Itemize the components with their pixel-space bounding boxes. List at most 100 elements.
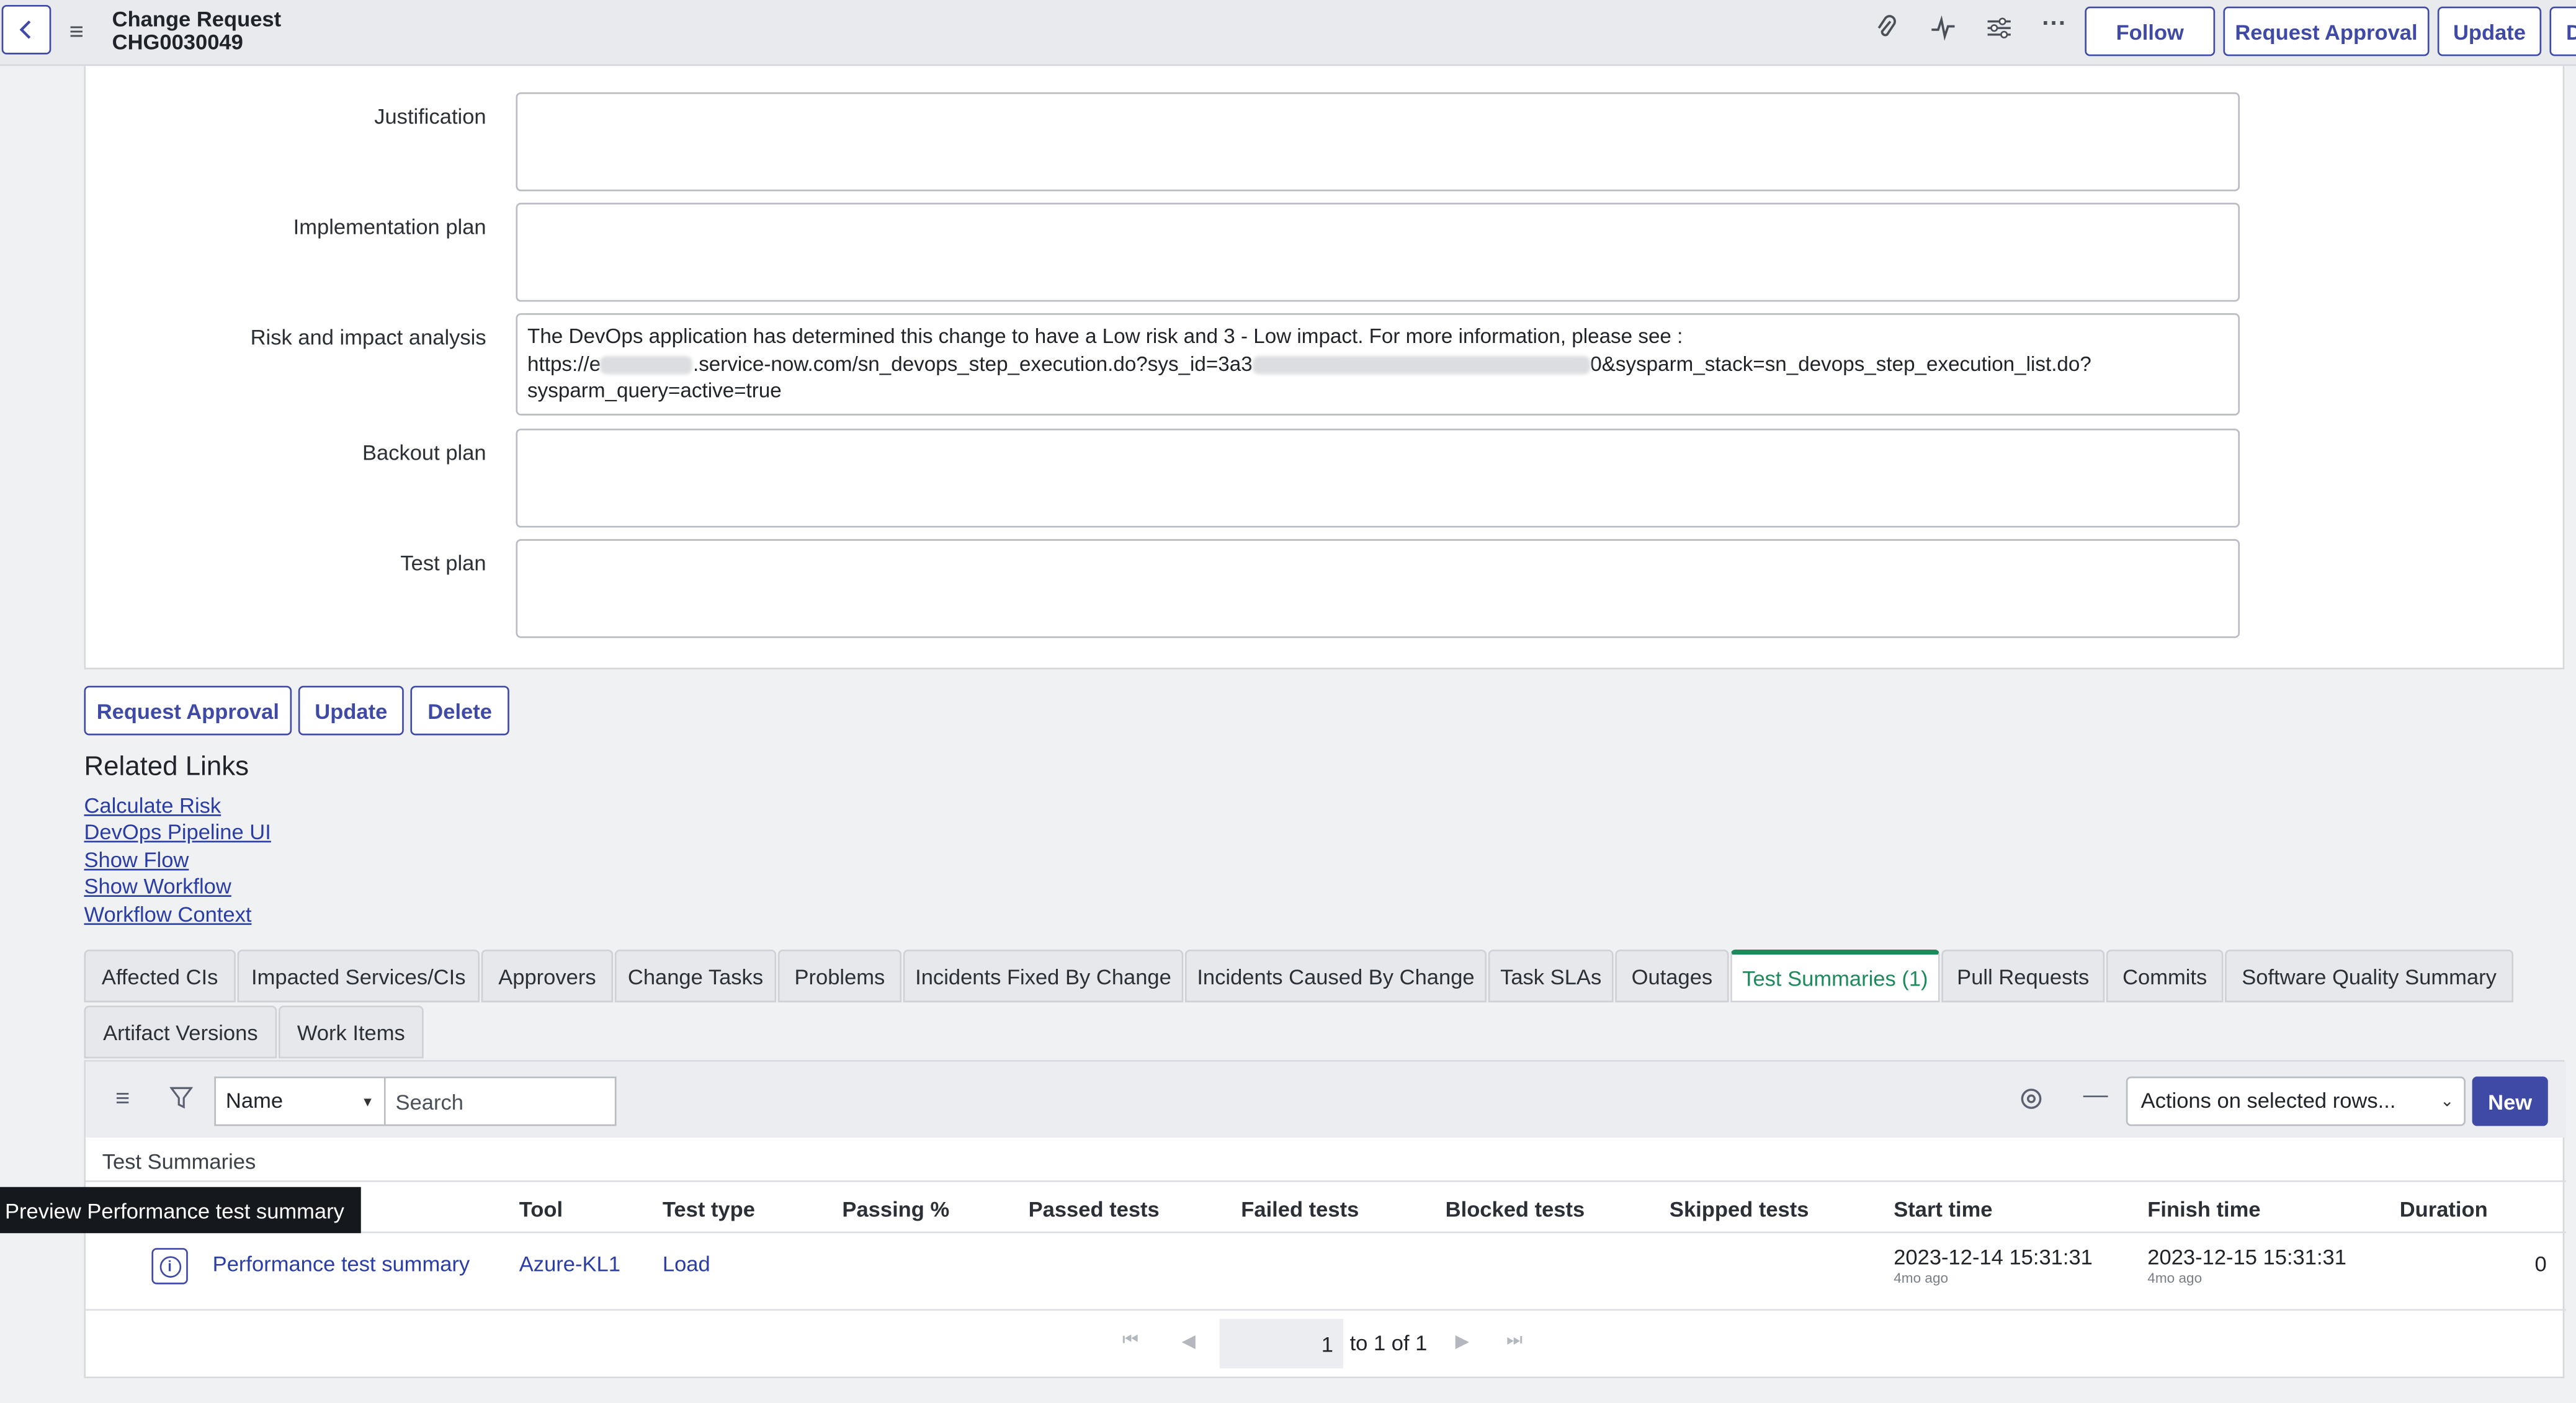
risk-url-part2: .service-now.com/sn_devops_step_executio… <box>692 352 1253 375</box>
risk-impact-field[interactable]: The DevOps application has determined th… <box>516 313 2240 416</box>
risk-url-part3: 0&sysparm_stack=sn_devops_step_execution… <box>1590 352 2091 375</box>
backout-plan-label: Backout plan <box>362 440 486 465</box>
col-test-type[interactable]: Test type <box>663 1197 755 1222</box>
follow-button[interactable]: Follow <box>2085 6 2216 56</box>
show-workflow-link[interactable]: Show Workflow <box>84 874 231 899</box>
tab-task-slas[interactable]: Task SLAs <box>1488 950 1614 1003</box>
justification-field[interactable] <box>516 92 2240 192</box>
col-tool[interactable]: Tool <box>519 1197 563 1222</box>
redacted-region <box>1252 355 1591 374</box>
hamburger-menu-icon[interactable]: ≡ <box>69 18 84 46</box>
show-flow-link[interactable]: Show Flow <box>84 847 189 872</box>
tab-software-quality-summary[interactable]: Software Quality Summary <box>2225 950 2514 1003</box>
col-skipped-tests[interactable]: Skipped tests <box>1670 1197 1809 1222</box>
tab-impacted-services[interactable]: Impacted Services/CIs <box>237 950 480 1003</box>
col-blocked-tests[interactable]: Blocked tests <box>1446 1197 1585 1222</box>
tab-commits[interactable]: Commits <box>2106 950 2224 1003</box>
actions-select[interactable]: Actions on selected rows... ⌄ <box>2126 1076 2466 1126</box>
collapse-icon[interactable]: — <box>2083 1082 2108 1110</box>
col-failed-tests[interactable]: Failed tests <box>1241 1197 1359 1222</box>
list-toolbar: ≡ Name ▼ — Actions on selected rows... ⌄… <box>86 1061 2567 1138</box>
col-passed-tests[interactable]: Passed tests <box>1029 1197 1160 1222</box>
delete-button-bottom[interactable]: Delete <box>410 685 509 736</box>
chevron-down-icon: ⌄ <box>2440 1093 2454 1111</box>
paperclip-icon[interactable] <box>1874 15 1897 48</box>
risk-impact-label: Risk and impact analysis <box>250 324 486 350</box>
test-summaries-list: ≡ Name ▼ — Actions on selected rows... ⌄… <box>84 1060 2567 1379</box>
risk-text-line3: sysparm_query=active=true <box>527 379 782 403</box>
tab-affected-cis[interactable]: Affected CIs <box>84 950 236 1003</box>
search-field-select[interactable]: Name ▼ <box>214 1076 384 1126</box>
list-caption: Test Summaries <box>102 1149 256 1174</box>
divider <box>86 1180 2567 1182</box>
calculate-risk-link[interactable]: Calculate Risk <box>84 793 221 817</box>
info-icon: i <box>159 1255 181 1277</box>
activity-icon[interactable] <box>1930 15 1957 48</box>
tab-approvers[interactable]: Approvers <box>481 950 614 1003</box>
cell-finish-relative: 4mo ago <box>2147 1269 2203 1286</box>
implementation-plan-field[interactable] <box>516 202 2240 302</box>
back-button[interactable] <box>1 4 51 55</box>
more-options-icon[interactable]: ··· <box>2042 10 2067 38</box>
devops-pipeline-ui-link[interactable]: DevOps Pipeline UI <box>84 819 271 844</box>
risk-text-line2: https://e .service-now.com/sn_devops_step… <box>527 350 2228 378</box>
redacted-region <box>601 355 693 374</box>
next-page-icon[interactable]: ▶ <box>1456 1330 1469 1352</box>
request-approval-button-bottom[interactable]: Request Approval <box>84 685 292 736</box>
tab-incidents-caused[interactable]: Incidents Caused By Change <box>1184 950 1487 1003</box>
form-card: Justification Implementation plan Risk a… <box>84 66 2565 670</box>
record-number: CHG0030049 <box>112 29 243 55</box>
tab-work-items[interactable]: Work Items <box>278 1005 424 1059</box>
previous-page-icon[interactable]: ◀ <box>1182 1330 1196 1352</box>
tab-outages[interactable]: Outages <box>1615 950 1729 1003</box>
page-number-input[interactable] <box>1219 1319 1343 1369</box>
cell-duration: 0 <box>2534 1251 2547 1276</box>
tab-incidents-fixed[interactable]: Incidents Fixed By Change <box>903 950 1184 1003</box>
stage: ≡ Change Request CHG0030049 ··· Follow R… <box>0 0 2576 1403</box>
request-approval-button[interactable]: Request Approval <box>2223 6 2430 56</box>
preview-record-button[interactable]: i <box>151 1248 188 1285</box>
risk-text-line1: The DevOps application has determined th… <box>527 324 1683 348</box>
backout-plan-field[interactable] <box>516 429 2240 528</box>
settings-sliders-icon[interactable] <box>1986 15 2013 48</box>
implementation-plan-label: Implementation plan <box>293 214 486 239</box>
caret-down-icon: ▼ <box>360 1094 375 1110</box>
workflow-context-link[interactable]: Workflow Context <box>84 902 251 927</box>
divider <box>86 1231 2567 1234</box>
filter-icon[interactable] <box>169 1087 194 1116</box>
form-header: ≡ Change Request CHG0030049 ··· Follow R… <box>0 0 2576 66</box>
risk-url-part1: https://e <box>527 352 601 375</box>
tab-artifact-versions[interactable]: Artifact Versions <box>84 1005 277 1059</box>
gear-icon[interactable] <box>2019 1087 2044 1118</box>
chevron-left-icon <box>19 20 31 39</box>
tab-change-tasks[interactable]: Change Tasks <box>614 950 777 1003</box>
col-duration[interactable]: Duration <box>2400 1197 2488 1222</box>
preview-tooltip: Preview Performance test summary <box>0 1187 361 1234</box>
divider <box>86 1309 2567 1311</box>
last-page-icon[interactable]: ⏭ <box>1506 1330 1523 1352</box>
cell-tool-link[interactable]: Azure-KL1 <box>519 1251 620 1276</box>
tab-pull-requests[interactable]: Pull Requests <box>1941 950 2105 1003</box>
delete-button[interactable]: D <box>2549 6 2576 56</box>
actions-select-label: Actions on selected rows... <box>2140 1088 2396 1113</box>
search-input[interactable] <box>383 1076 617 1126</box>
related-links-title: Related Links <box>84 752 249 782</box>
cell-name-link[interactable]: Performance test summary <box>213 1251 470 1276</box>
tab-problems[interactable]: Problems <box>777 950 902 1003</box>
test-plan-field[interactable] <box>516 539 2240 638</box>
col-finish-time[interactable]: Finish time <box>2147 1197 2260 1222</box>
tab-test-summaries[interactable]: Test Summaries (1) <box>1730 950 1940 1003</box>
col-passing-pct[interactable]: Passing % <box>842 1197 949 1222</box>
cell-start-time: 2023-12-14 15:31:31 <box>1894 1244 2093 1270</box>
cell-start-relative: 4mo ago <box>1894 1269 1949 1286</box>
col-start-time[interactable]: Start time <box>1894 1197 1992 1222</box>
update-button-bottom[interactable]: Update <box>298 685 404 736</box>
first-page-icon[interactable]: ⏮ <box>1122 1330 1138 1352</box>
record-title: Change Request CHG0030049 <box>112 7 281 55</box>
cell-test-type-link[interactable]: Load <box>663 1251 710 1276</box>
new-button[interactable]: New <box>2472 1076 2548 1126</box>
list-menu-icon[interactable]: ≡ <box>115 1085 130 1113</box>
cell-finish-time: 2023-12-15 15:31:31 <box>2147 1244 2346 1270</box>
update-button[interactable]: Update <box>2437 6 2542 56</box>
pager-range-text: to 1 of 1 <box>1349 1330 1428 1355</box>
